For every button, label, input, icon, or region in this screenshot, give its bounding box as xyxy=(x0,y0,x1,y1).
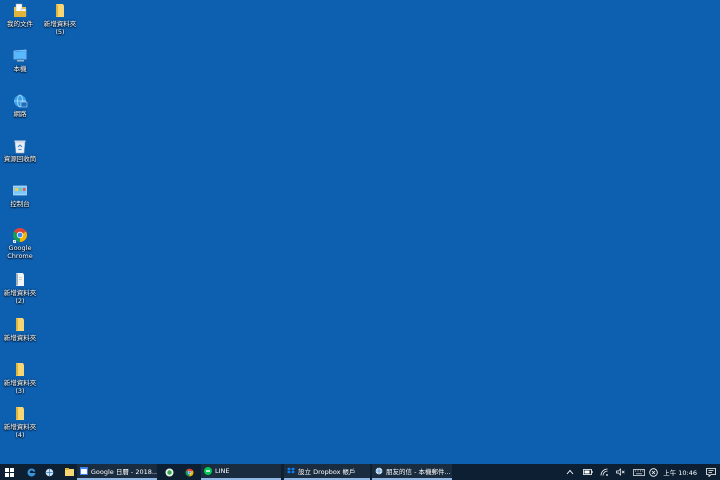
taskbar-app-google-calendar[interactable]: Google 日曆 - 2018... xyxy=(77,464,157,480)
line-icon xyxy=(204,467,212,475)
desktop-icon-label: 我的文件 xyxy=(7,20,33,28)
taskbar-file-explorer-button[interactable] xyxy=(62,464,76,480)
desktop-icon-this-pc[interactable]: 本機 xyxy=(0,48,40,74)
tray-volume-button[interactable] xyxy=(614,464,626,480)
desktop-icon-label: 新增資料夾 xyxy=(3,334,37,342)
taskbar-clock[interactable]: 上午 10:46 xyxy=(659,467,702,477)
edge-icon xyxy=(27,468,35,476)
folder-icon xyxy=(16,318,24,331)
desktop-icon-network[interactable]: 網路 xyxy=(0,93,40,119)
desktop-icon-label: 本機 xyxy=(13,65,27,73)
desktop-icon-label: 控制台 xyxy=(10,200,30,208)
taskbar-green-app-button[interactable] xyxy=(163,464,175,480)
taskbar-app-line[interactable]: LINE xyxy=(201,464,281,480)
network-globe-icon xyxy=(14,94,28,108)
taskbar: Google 日曆 - 2018... LINE 設立 Dropbox 帳戶 朋… xyxy=(0,464,720,480)
tray-keyboard-button[interactable] xyxy=(632,464,646,480)
desktop-icon-my-documents[interactable]: 我的文件 xyxy=(0,3,40,29)
folder-icon xyxy=(56,4,64,17)
desktop-icon-label: 新增資料夾 (5) xyxy=(43,20,77,36)
close-circle-icon xyxy=(648,467,658,477)
globe-mail-icon xyxy=(45,468,53,476)
desktop-icon-new-folder-2[interactable]: 新增資料夾 (2) xyxy=(0,272,40,305)
taskbar-app-label: Google 日曆 - 2018... xyxy=(90,468,157,476)
tray-battery-button[interactable] xyxy=(582,464,594,480)
desktop-icon-new-folder-4[interactable]: 新增資料夾 (4) xyxy=(0,406,40,439)
folder-icon xyxy=(16,407,24,420)
documents-folder-icon xyxy=(14,3,27,17)
start-button[interactable] xyxy=(0,464,18,480)
tray-network-button[interactable] xyxy=(598,464,610,480)
desktop-icon-label: 新增資料夾 (2) xyxy=(3,289,37,305)
system-tray: 上午 10:46 xyxy=(564,464,720,480)
desktop-icon-new-folder-5[interactable]: 新增資料夾 (5) xyxy=(40,3,80,36)
folder-icon xyxy=(16,273,24,286)
green-circle-icon xyxy=(165,468,173,476)
calendar-icon xyxy=(80,467,88,475)
wifi-icon xyxy=(600,468,608,476)
desktop-icon-control-panel[interactable]: 控制台 xyxy=(0,183,40,209)
action-center-button[interactable] xyxy=(702,464,720,480)
taskbar-app-dropbox[interactable]: 設立 Dropbox 帳戶 xyxy=(284,464,370,480)
desktop-icon-new-folder-3[interactable]: 新增資料夾 (3) xyxy=(0,362,40,395)
volume-muted-icon xyxy=(615,468,625,476)
chevron-up-icon xyxy=(566,469,574,475)
file-explorer-icon xyxy=(64,468,74,476)
desktop-icon-label: 新增資料夾 (4) xyxy=(3,423,37,439)
tray-show-hidden-button[interactable] xyxy=(564,464,576,480)
taskbar-mail-button[interactable] xyxy=(42,464,56,480)
taskbar-app-mail[interactable]: 朋友的信 - 本機郵件... xyxy=(372,464,452,480)
control-panel-icon xyxy=(13,185,27,196)
taskbar-app-label: LINE xyxy=(215,467,230,475)
taskbar-app-label: 朋友的信 - 本機郵件... xyxy=(386,468,451,476)
desktop: 我的文件 新增資料夾 (5) 本機 網路 資源回收筒 控制台 Google Ch… xyxy=(0,0,720,464)
notification-icon xyxy=(706,467,716,477)
globe-mail-icon xyxy=(375,467,383,475)
chrome-icon xyxy=(13,228,27,243)
dropbox-icon xyxy=(287,467,295,474)
taskbar-app-label: 設立 Dropbox 帳戶 xyxy=(298,468,356,476)
folder-icon xyxy=(16,363,24,376)
keyboard-icon xyxy=(633,468,646,476)
taskbar-edge-button[interactable] xyxy=(24,464,38,480)
chrome-icon xyxy=(185,468,193,476)
desktop-icon-new-folder[interactable]: 新增資料夾 xyxy=(0,317,40,343)
desktop-icon-label: 資源回收筒 xyxy=(3,155,37,163)
recycle-bin-icon xyxy=(14,140,26,154)
computer-icon xyxy=(13,49,27,62)
desktop-icon-label: Google Chrome xyxy=(7,244,33,260)
desktop-icon-google-chrome[interactable]: Google Chrome xyxy=(0,227,40,260)
battery-icon xyxy=(583,469,593,475)
taskbar-chrome-button[interactable] xyxy=(183,464,195,480)
tray-close-circle-button[interactable] xyxy=(647,464,659,480)
desktop-icon-label: 新增資料夾 (3) xyxy=(3,379,37,395)
desktop-icon-label: 網路 xyxy=(13,110,27,118)
windows-logo-icon xyxy=(4,467,14,477)
desktop-icon-recycle-bin[interactable]: 資源回收筒 xyxy=(0,138,40,164)
